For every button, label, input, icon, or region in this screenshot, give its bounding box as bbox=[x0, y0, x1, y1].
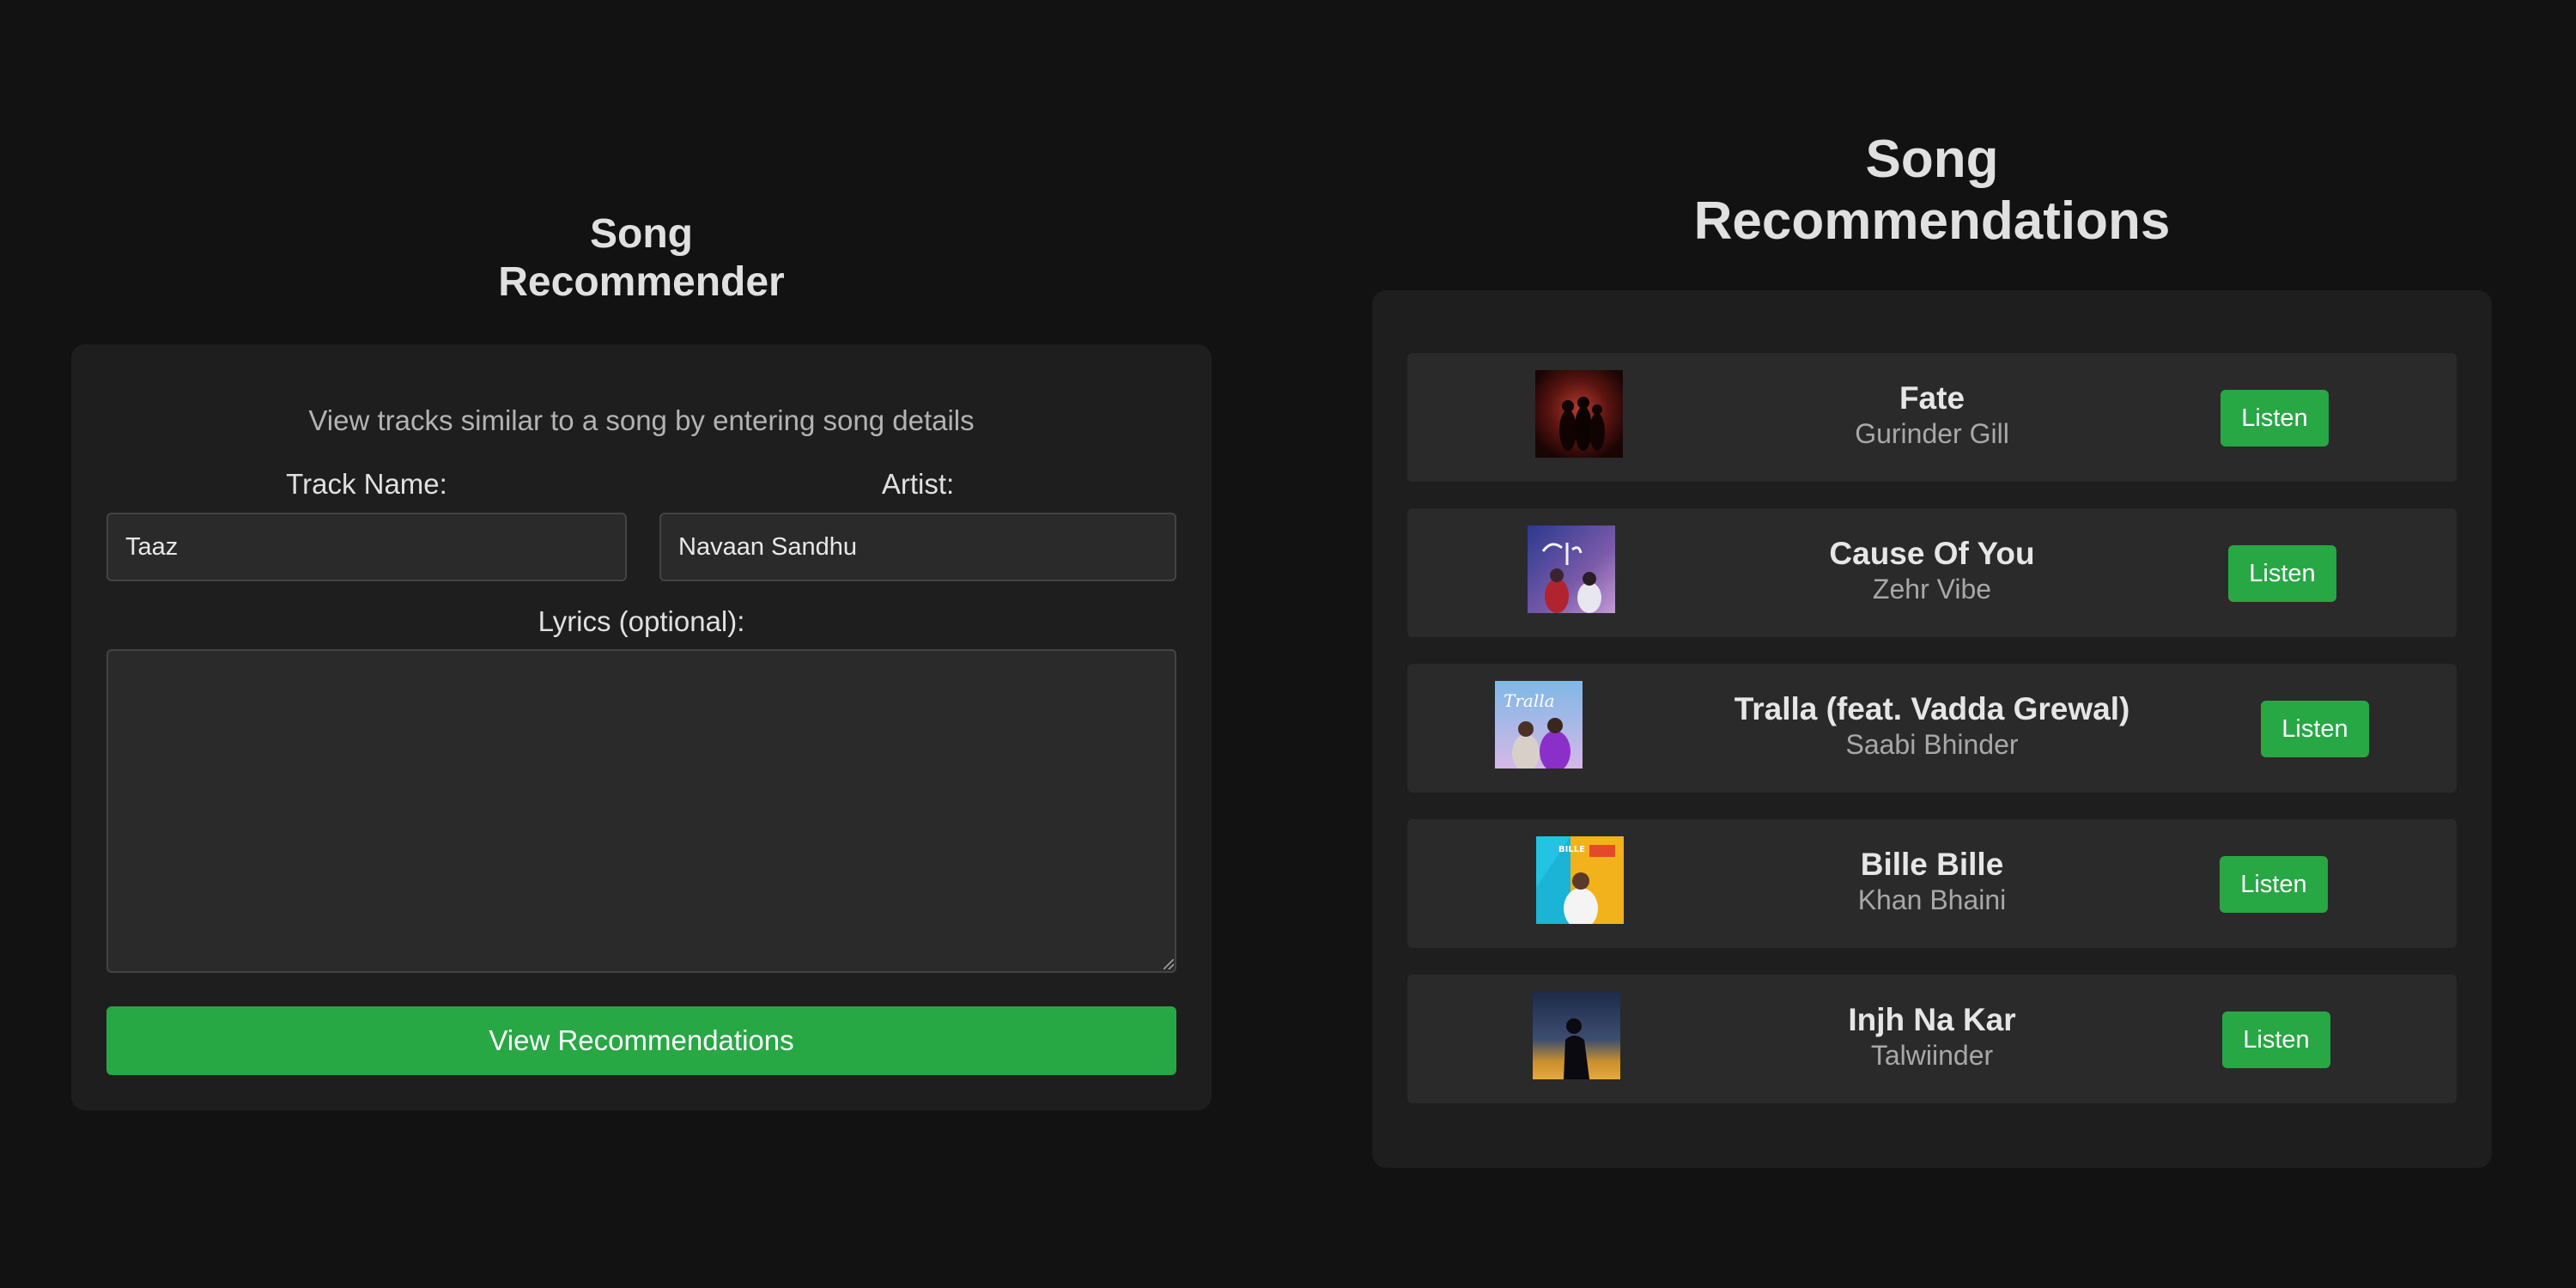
listen-button[interactable]: Listen bbox=[2228, 545, 2336, 602]
listen-button[interactable]: Listen bbox=[2221, 390, 2329, 447]
song-title: Injh Na Kar bbox=[1848, 1002, 2016, 1037]
album-cover-image bbox=[1528, 526, 1615, 613]
song-title: Cause Of You bbox=[1829, 536, 2035, 571]
recommendations-title-line2: Recommendations bbox=[1693, 191, 2171, 251]
recommendation-item: Cause Of You Zehr Vibe Listen bbox=[1407, 508, 2457, 637]
listen-button[interactable]: Listen bbox=[2261, 701, 2369, 757]
svg-text:BILLE: BILLE bbox=[1558, 845, 1585, 854]
recommender-title: Song Recommender bbox=[71, 210, 1212, 307]
album-cover-image bbox=[1533, 992, 1620, 1079]
textarea-resize-handle[interactable] bbox=[1163, 959, 1174, 969]
song-artist: Khan Bhaini bbox=[1857, 884, 2007, 915]
recommendation-item: Tralla Tralla (feat. Vadda Grewal) Saabi… bbox=[1407, 664, 2457, 793]
song-artist: Gurinder Gill bbox=[1855, 418, 2009, 449]
album-cover-image bbox=[1535, 370, 1623, 458]
form-description: View tracks similar to a song by enterin… bbox=[308, 404, 975, 436]
album-cover-art bbox=[1528, 526, 1615, 613]
listen-button[interactable]: Listen bbox=[2222, 1012, 2330, 1068]
lyrics-textarea[interactable] bbox=[106, 649, 1176, 973]
album-cover-image: Tralla bbox=[1495, 681, 1583, 769]
recommendation-item: BILLE Bille Bille Khan Bhaini Listen bbox=[1407, 819, 2457, 948]
song-info: Fate Gurinder Gill bbox=[1758, 380, 2106, 451]
listen-button[interactable]: Listen bbox=[2220, 856, 2328, 913]
album-cover-art bbox=[1533, 992, 1620, 1079]
album-cover-art bbox=[1535, 370, 1623, 458]
track-name-label: Track Name: bbox=[286, 468, 447, 500]
song-artist: Saabi Bhinder bbox=[1845, 729, 2019, 760]
song-info: Injh Na Kar Talwiinder bbox=[1758, 1002, 2106, 1072]
track-name-input[interactable] bbox=[106, 513, 627, 581]
recommender-form-card: View tracks similar to a song by enterin… bbox=[71, 344, 1212, 1110]
recommender-title-line1: Song bbox=[590, 211, 693, 257]
recommendations-title-line1: Song bbox=[1865, 130, 1999, 189]
recommendation-item: Fate Gurinder Gill Listen bbox=[1407, 353, 2457, 482]
recommendation-item: Injh Na Kar Talwiinder Listen bbox=[1407, 975, 2457, 1103]
artist-label: Artist: bbox=[881, 468, 955, 500]
song-info: Bille Bille Khan Bhaini bbox=[1758, 847, 2106, 917]
recommendations-card: Fate Gurinder Gill Listen Cause Of You Z… bbox=[1372, 290, 2492, 1168]
song-title: Fate bbox=[1899, 380, 1965, 416]
artist-input[interactable] bbox=[659, 513, 1176, 581]
recommendations-title: Song Recommendations bbox=[1372, 129, 2492, 252]
svg-text:Tralla: Tralla bbox=[1504, 690, 1555, 711]
song-artist: Talwiinder bbox=[1870, 1040, 1994, 1071]
recommender-title-line2: Recommender bbox=[498, 259, 785, 305]
song-title: Tralla (feat. Vadda Grewal) bbox=[1734, 691, 2130, 726]
album-cover-art: BILLE bbox=[1536, 836, 1624, 924]
album-cover-art: Tralla bbox=[1495, 681, 1583, 769]
album-cover-image: BILLE bbox=[1536, 836, 1624, 924]
song-artist: Zehr Vibe bbox=[1872, 574, 1992, 605]
song-info: Tralla (feat. Vadda Grewal) Saabi Bhinde… bbox=[1706, 691, 2158, 762]
song-info: Cause Of You Zehr Vibe bbox=[1758, 536, 2106, 606]
song-title: Bille Bille bbox=[1860, 847, 2004, 882]
lyrics-label: Lyrics (optional): bbox=[538, 605, 745, 637]
view-recommendations-button[interactable]: View Recommendations bbox=[106, 1006, 1176, 1075]
page: Song Recommender View tracks similar to … bbox=[0, 0, 2576, 1288]
